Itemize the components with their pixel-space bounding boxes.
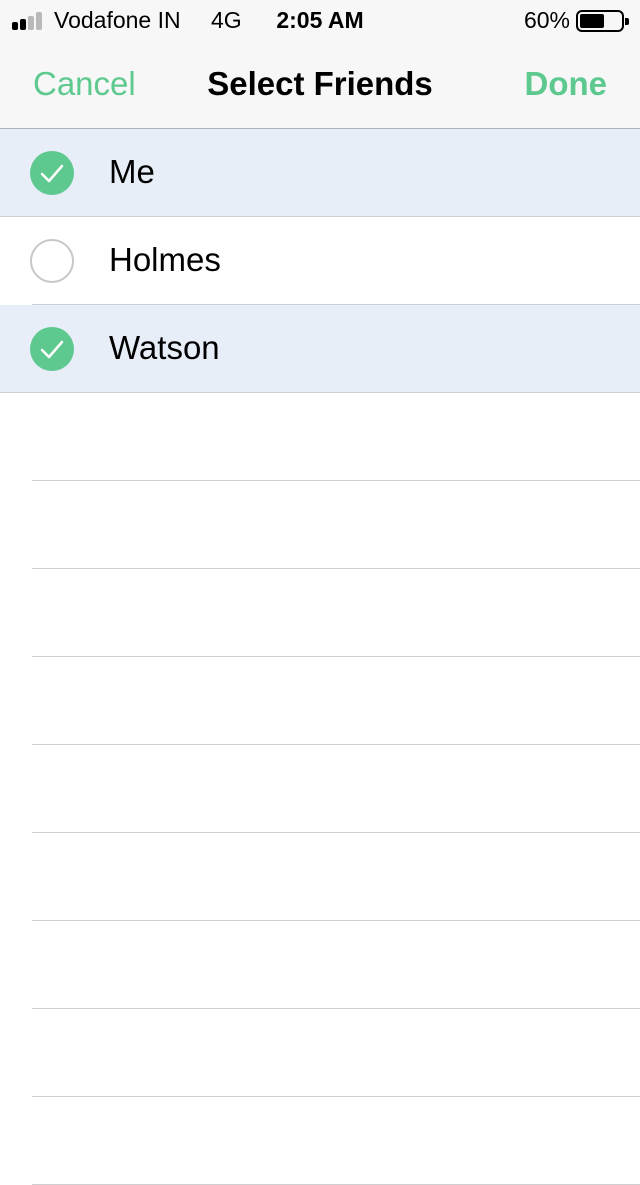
empty-list-row (0, 569, 640, 657)
checkmark-circle-icon (30, 327, 74, 371)
empty-list-row (0, 393, 640, 481)
empty-list-row (0, 481, 640, 569)
empty-list-row (0, 833, 640, 921)
friend-row[interactable]: Watson (0, 305, 640, 393)
checkmark-circle-icon (30, 151, 74, 195)
battery-percent: 60% (523, 7, 570, 33)
friend-row[interactable]: Holmes (0, 217, 640, 305)
empty-list-row (0, 921, 640, 1009)
friend-name: Me (109, 153, 155, 190)
done-button[interactable]: Done (525, 65, 608, 103)
friend-name: Holmes (109, 241, 221, 278)
friend-list: Me Holmes Watson (0, 129, 640, 1185)
status-bar: Vodafone IN 4G 2:05 AM 60% (0, 0, 640, 40)
battery-nub (625, 18, 629, 25)
friend-name: Watson (109, 329, 220, 366)
empty-list-row (0, 657, 640, 745)
navigation-bar: Cancel Select Friends Done (0, 40, 640, 129)
empty-circle-icon (30, 239, 74, 283)
friend-row[interactable]: Me (0, 129, 640, 217)
empty-list-row (0, 1009, 640, 1097)
battery-fill (580, 14, 604, 28)
empty-list-row (0, 1097, 640, 1185)
empty-list-row (0, 745, 640, 833)
battery-icon (576, 10, 629, 32)
